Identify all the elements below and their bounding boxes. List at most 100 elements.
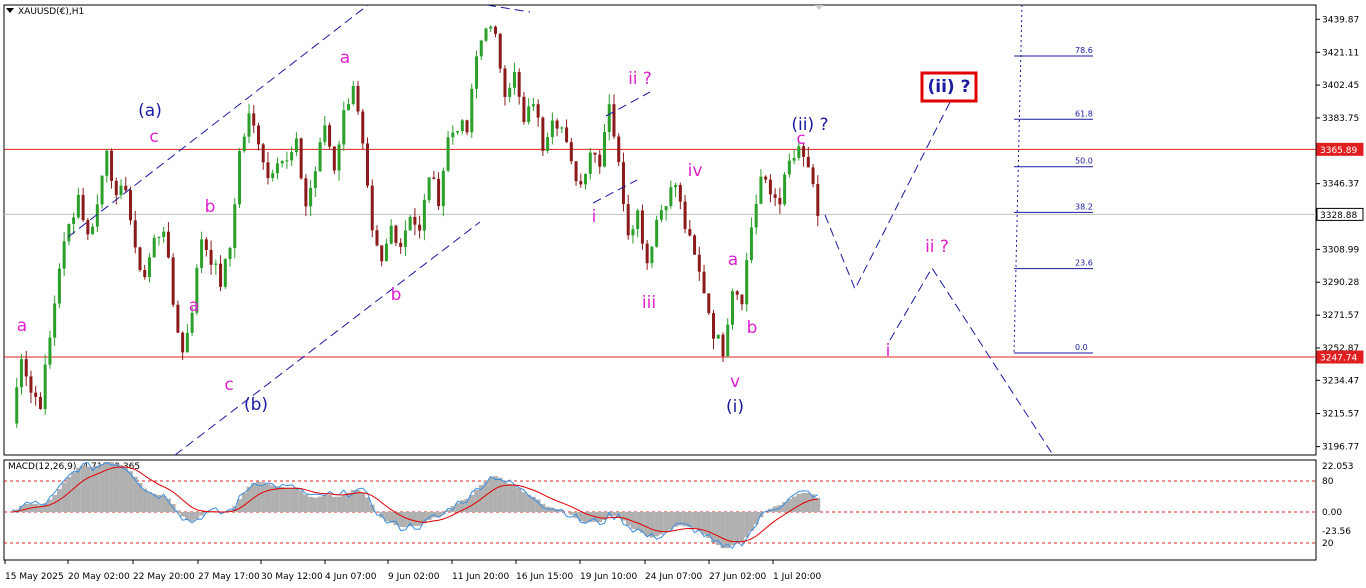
candle-body <box>290 152 294 161</box>
price-axis: 3439.873421.113402.453383.753365.043346.… <box>1316 15 1359 453</box>
candle <box>745 252 749 312</box>
candle-body <box>484 28 488 41</box>
candle-body <box>754 203 758 228</box>
macd-histogram-bar <box>744 512 750 538</box>
candle <box>707 293 711 316</box>
candle-body <box>664 206 668 211</box>
candle-body <box>621 162 625 205</box>
candle-body <box>475 56 479 89</box>
candle-body <box>171 257 175 305</box>
macd-histogram-bar <box>161 495 167 512</box>
candle <box>550 112 554 145</box>
candle-body <box>176 304 180 333</box>
candle <box>105 148 109 183</box>
candle-body <box>493 26 497 34</box>
candle <box>593 152 597 163</box>
candle-body <box>764 176 768 180</box>
candle <box>337 140 341 181</box>
candle <box>446 130 450 173</box>
price-tick-label: 3290.28 <box>1322 278 1359 288</box>
macd-histogram-bar <box>734 512 740 544</box>
candle-body <box>29 376 33 393</box>
candle-body <box>441 170 445 207</box>
candle <box>152 234 156 258</box>
candle-body <box>560 127 564 129</box>
macd-histogram-bar <box>644 512 650 537</box>
macd-histogram-bar <box>336 496 342 512</box>
candle <box>517 68 521 105</box>
macd-histogram-bar <box>341 494 347 512</box>
candle <box>546 132 550 154</box>
candle-body <box>603 132 606 167</box>
price-tick-label: 3234.47 <box>1322 376 1359 386</box>
candle <box>811 164 815 188</box>
candle-body <box>531 104 535 107</box>
candle <box>612 94 616 139</box>
candle <box>607 94 611 141</box>
candle <box>285 151 289 169</box>
candle-body <box>446 137 450 171</box>
candle-body <box>342 110 346 145</box>
candle-body <box>498 33 502 69</box>
candle <box>176 300 180 334</box>
candle-body <box>238 151 242 205</box>
candle <box>91 223 95 235</box>
candle <box>740 294 744 311</box>
candle-body <box>806 156 810 168</box>
candle-body <box>645 243 649 264</box>
candle <box>299 137 303 180</box>
candle <box>361 108 365 149</box>
candle-body <box>712 313 716 339</box>
candle <box>735 290 739 300</box>
candle-body <box>626 204 630 236</box>
candle-body <box>242 136 246 152</box>
candle-body <box>247 113 251 137</box>
macd-histogram-bar <box>488 477 494 512</box>
candle-body <box>366 143 369 186</box>
candle <box>380 245 384 267</box>
candle <box>650 245 654 268</box>
candle-body <box>688 229 692 236</box>
macd-histogram-bar <box>166 498 171 512</box>
wave-label: (i) <box>726 397 744 417</box>
candle-body <box>527 106 531 122</box>
candle-body <box>76 194 80 218</box>
candle <box>669 180 673 209</box>
macd-histogram-bar <box>692 512 697 530</box>
macd-indicator: 22.053 80 0.00 -23.56 20 <box>4 461 1354 550</box>
candle <box>508 82 512 103</box>
candle-body <box>261 144 265 163</box>
candle <box>437 172 441 211</box>
candle-body <box>512 72 516 88</box>
candle-body <box>72 217 76 224</box>
candle <box>366 137 369 188</box>
candle <box>697 246 701 281</box>
candle-body <box>332 146 336 171</box>
candle <box>342 101 346 151</box>
candle-body <box>403 230 407 247</box>
wave-label: a <box>340 48 350 68</box>
candle <box>645 239 649 270</box>
candle <box>294 131 298 157</box>
wave-label: (b) <box>244 395 268 415</box>
candle <box>81 187 85 222</box>
candle <box>674 182 678 198</box>
fib-level-label: 61.8 <box>1075 109 1093 118</box>
candle <box>460 118 464 135</box>
macd-histogram-bar <box>279 486 285 512</box>
candle <box>655 215 659 248</box>
candle <box>560 126 564 134</box>
candle-body <box>749 227 753 261</box>
candle <box>726 318 730 358</box>
macd-histogram-bar <box>142 488 148 512</box>
candle-body <box>294 138 298 153</box>
macd-histogram-bar <box>317 496 323 512</box>
price-tag-label: 3247.74 <box>1320 354 1357 364</box>
candle <box>451 125 455 145</box>
candle <box>252 105 256 134</box>
candle-body <box>105 150 109 176</box>
candle <box>275 157 279 180</box>
macd-histogram-bar <box>469 494 475 512</box>
candle-body <box>693 235 697 255</box>
candle-body <box>683 201 687 230</box>
